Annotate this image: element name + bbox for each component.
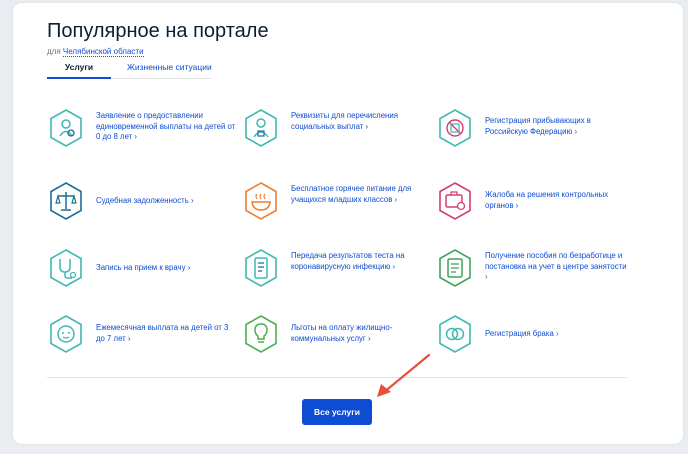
service-item-covid-test[interactable]: Передача результатов теста на коронавиру… xyxy=(242,249,432,299)
child-payment-icon xyxy=(47,109,85,147)
service-item-arrival-registration[interactable]: Регистрация прибывающих в Российскую Фед… xyxy=(436,109,626,159)
service-label: Регистрация брака xyxy=(485,329,627,340)
page-title: Популярное на портале xyxy=(47,20,269,42)
service-label: Реквизиты для перечисления социальных вы… xyxy=(291,111,433,132)
tab-services[interactable]: Услуги xyxy=(47,62,111,79)
service-item-hot-meal[interactable]: Бесплатное горячее питание для учащихся … xyxy=(242,182,432,232)
region-prefix: для xyxy=(47,47,61,56)
service-item-complaint[interactable]: Жалоба на решения контрольных органов xyxy=(436,182,626,232)
stethoscope-icon xyxy=(47,249,85,287)
tab-life-situations[interactable]: Жизненные ситуации xyxy=(127,62,212,72)
light-bulb-icon xyxy=(242,315,280,353)
region-line: для Челябинской области xyxy=(47,47,144,57)
service-label: Получение пособия по безработице и поста… xyxy=(485,251,627,283)
wedding-rings-icon xyxy=(436,315,474,353)
unemployment-icon xyxy=(436,249,474,287)
service-label: Запись на прием к врачу xyxy=(96,263,238,274)
complaint-icon xyxy=(436,182,474,220)
service-item-court-debt[interactable]: Судебная задолженность xyxy=(47,182,237,232)
tabs-bar: Услуги Жизненные ситуации xyxy=(47,57,212,79)
service-item-social-payment[interactable]: Реквизиты для перечисления социальных вы… xyxy=(242,109,432,159)
service-label: Льготы на оплату жилищно-коммунальных ус… xyxy=(291,323,433,344)
service-item-marriage-registration[interactable]: Регистрация брака xyxy=(436,315,626,365)
baby-face-icon xyxy=(47,315,85,353)
service-label: Регистрация прибывающих в Российскую Фед… xyxy=(485,116,627,137)
hot-meal-icon xyxy=(242,182,280,220)
service-item-unemployment[interactable]: Получение пособия по безработице и поста… xyxy=(436,249,627,299)
service-item-monthly-child-payment[interactable]: Ежемесячная выплата на детей от 3 до 7 л… xyxy=(47,315,237,365)
all-services-button[interactable]: Все услуги xyxy=(302,399,372,425)
service-item-doctor-appointment[interactable]: Запись на прием к врачу xyxy=(47,249,237,299)
service-label: Жалоба на решения контрольных органов xyxy=(485,190,627,211)
annotation-arrow-icon xyxy=(377,353,431,397)
passport-arrival-icon xyxy=(436,109,474,147)
divider xyxy=(47,377,627,378)
service-label: Заявление о предоставлении единовременно… xyxy=(96,111,238,143)
service-label: Передача результатов теста на коронавиру… xyxy=(291,251,433,272)
popular-services-card: Популярное на портале для Челябинской об… xyxy=(12,2,684,445)
region-link[interactable]: Челябинской области xyxy=(62,47,144,57)
scales-icon xyxy=(47,182,85,220)
service-item-child-payment[interactable]: Заявление о предоставлении единовременно… xyxy=(47,109,237,159)
service-label: Судебная задолженность xyxy=(96,196,238,207)
service-label: Бесплатное горячее питание для учащихся … xyxy=(291,184,433,205)
service-label: Ежемесячная выплата на детей от 3 до 7 л… xyxy=(96,323,238,344)
social-payment-icon xyxy=(242,109,280,147)
covid-test-icon xyxy=(242,249,280,287)
